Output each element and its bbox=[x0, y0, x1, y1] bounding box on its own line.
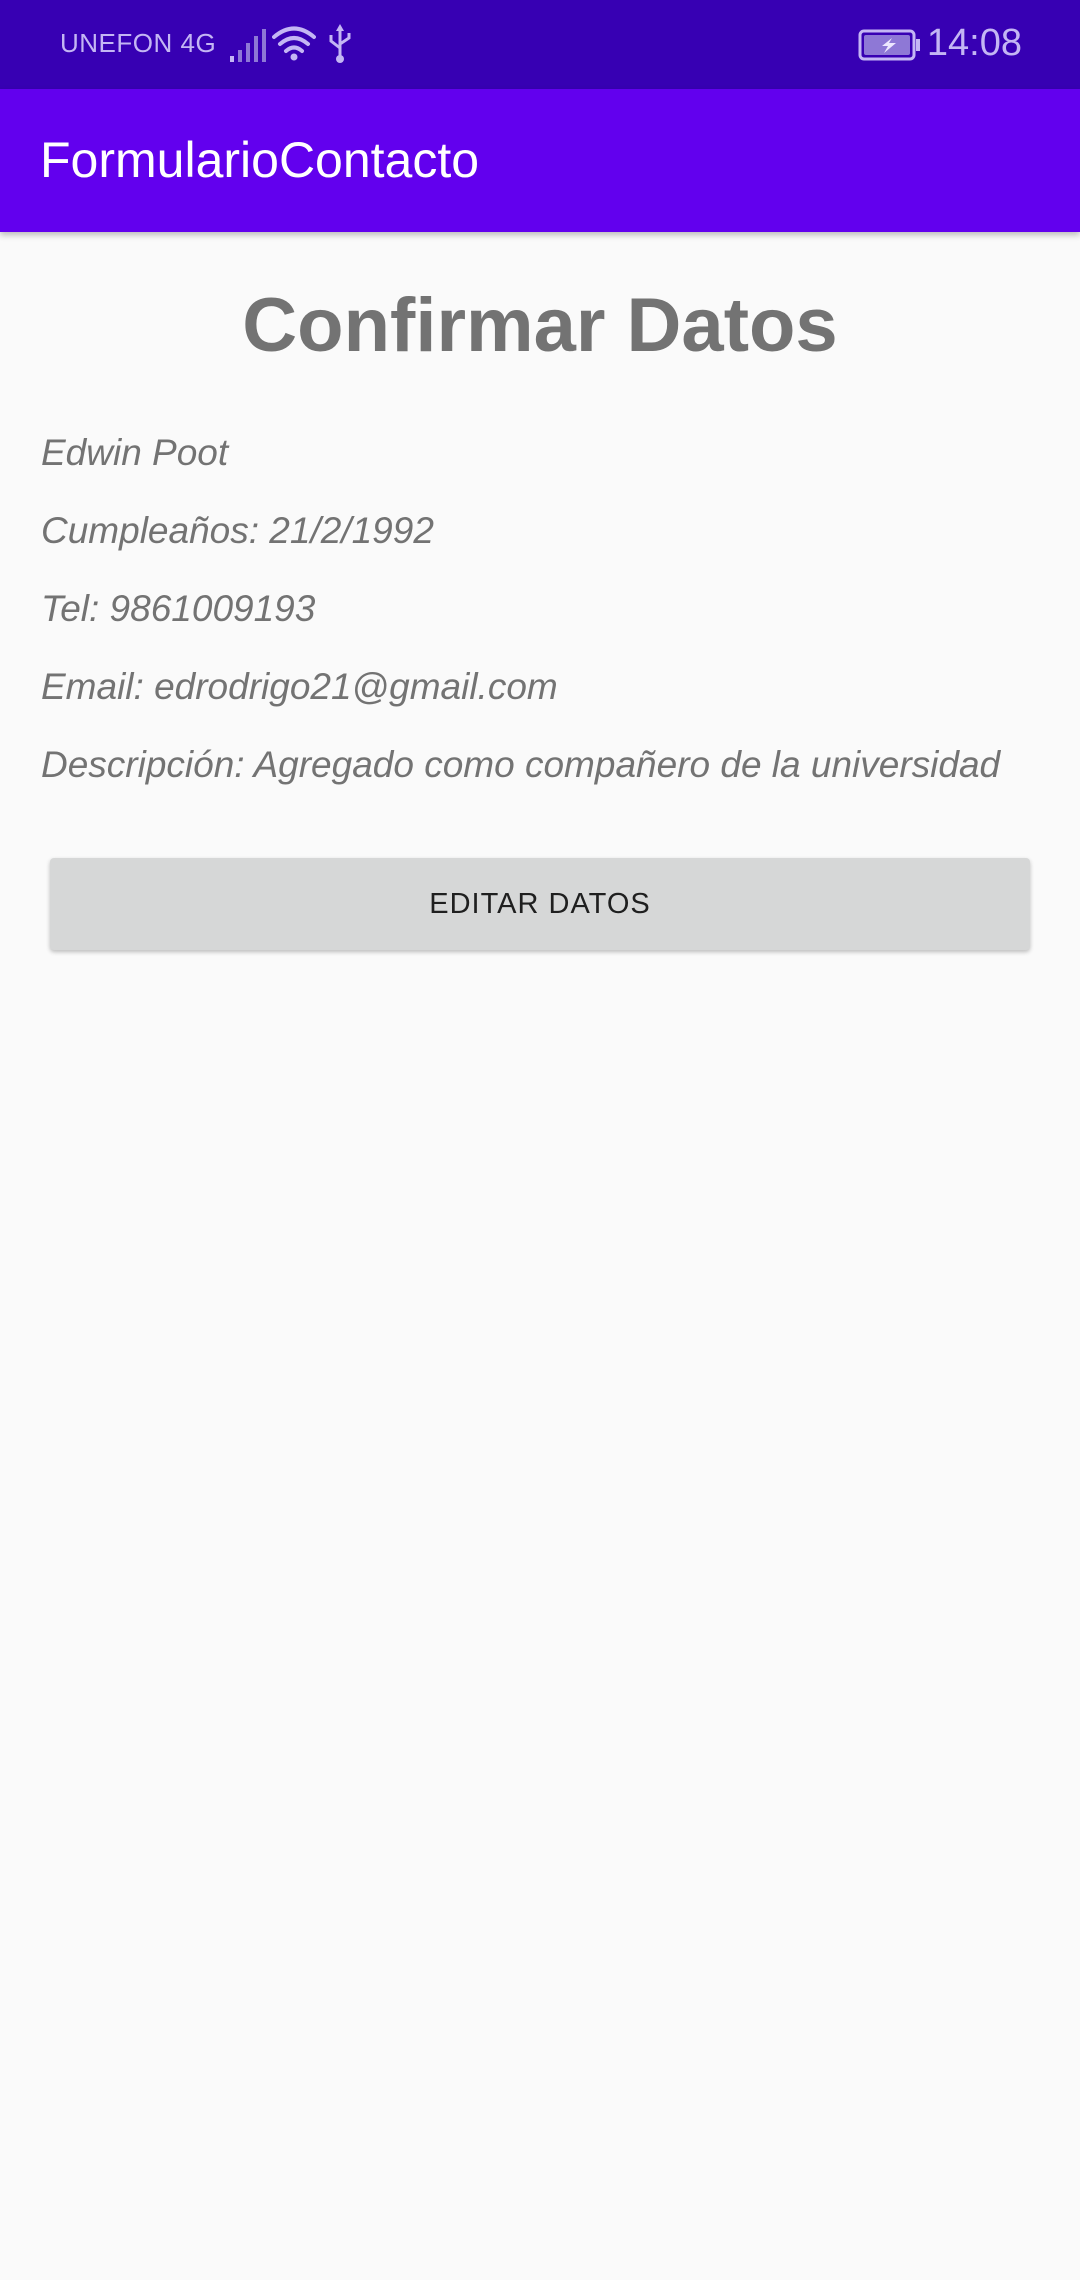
status-bar: UNEFON 4G 14:08 bbox=[0, 0, 1080, 89]
app-title: FormularioContacto bbox=[40, 132, 480, 188]
battery-charging-icon bbox=[858, 29, 920, 61]
clock: 14:08 bbox=[926, 22, 1022, 64]
carrier-label: UNEFON 4G bbox=[60, 28, 217, 58]
screen: UNEFON 4G 14:08 FormularioContacto Confi… bbox=[0, 0, 1080, 2280]
wifi-icon bbox=[272, 26, 316, 61]
edit-data-button[interactable]: EDITAR DATOS bbox=[50, 858, 1030, 950]
page-title: Confirmar Datos bbox=[242, 283, 838, 368]
contact-email: Email: edrodrigo21@gmail.com bbox=[41, 666, 558, 707]
app-bar: FormularioContacto bbox=[0, 89, 1080, 232]
contact-name: Edwin Poot bbox=[41, 432, 229, 473]
signal-icon bbox=[230, 29, 266, 62]
usb-icon bbox=[329, 24, 351, 63]
contact-phone: Tel: 9861009193 bbox=[41, 588, 316, 629]
contact-description: Descripción: Agregado como compañero de … bbox=[41, 744, 1001, 785]
contact-birthday: Cumpleaños: 21/2/1992 bbox=[41, 510, 434, 551]
